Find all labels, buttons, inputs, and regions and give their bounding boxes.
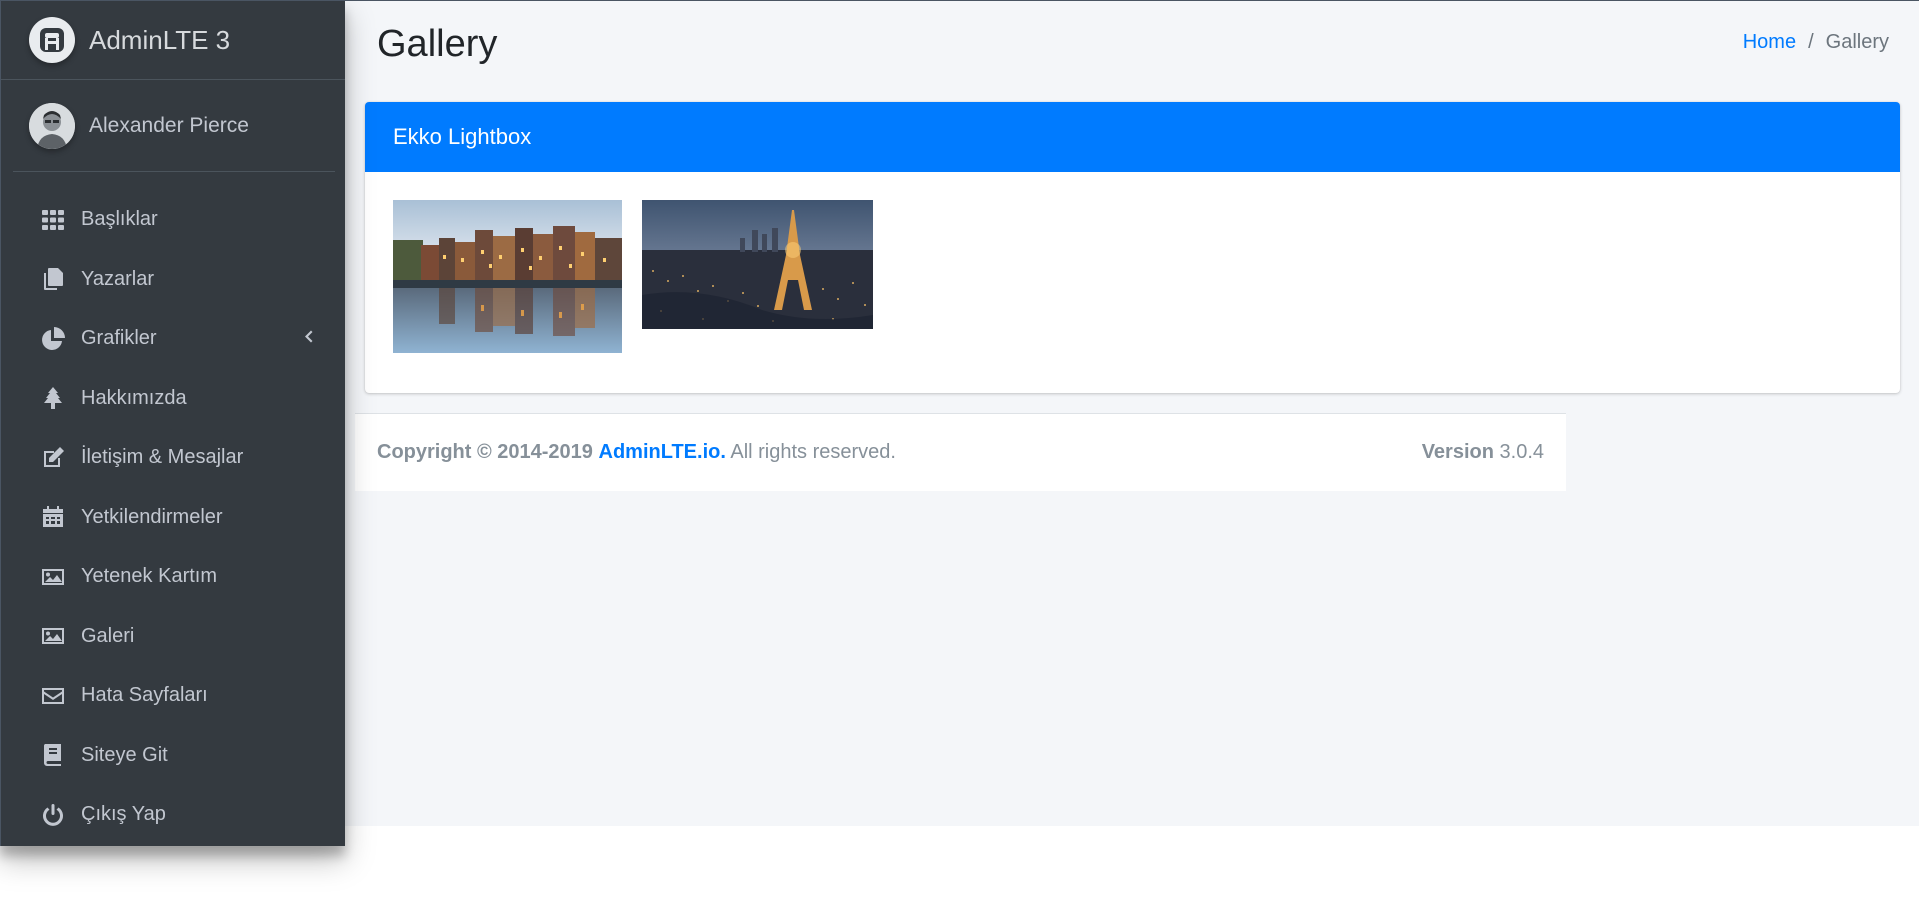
- gallery-card: Ekko Lightbox: [365, 102, 1900, 393]
- envelope-icon: [39, 682, 67, 710]
- sidebar-item-basliklar[interactable]: Başlıklar: [1, 190, 345, 250]
- calendar-icon: [39, 503, 67, 531]
- edit-icon: [39, 444, 67, 472]
- version-number: 3.0.4: [1499, 441, 1544, 463]
- main-footer: Copyright © 2014-2019 AdminLTE.io. All r…: [355, 413, 1566, 491]
- amsterdam-canal-thumbnail[interactable]: [393, 200, 622, 353]
- sidebar-item-label: Siteye Git: [81, 743, 168, 766]
- brand-logo: [29, 17, 75, 63]
- brand-link[interactable]: AdminLTE 3: [1, 1, 345, 80]
- card-title: Ekko Lightbox: [393, 124, 532, 149]
- sidebar-item-label: Çıkış Yap: [81, 803, 166, 826]
- sidebar-nav: Başlıklar Yazarlar Grafikler Hakkımızda: [1, 172, 345, 845]
- sidebar-item-label: Yazarlar: [81, 267, 154, 290]
- image-icon: [39, 622, 67, 650]
- version-label: Version: [1421, 441, 1494, 463]
- sidebar-item-label: Galeri: [81, 624, 135, 647]
- breadcrumb-separator: /: [1808, 31, 1814, 53]
- card-header: Ekko Lightbox: [365, 102, 1900, 172]
- sidebar-item-label: Hakkımızda: [81, 386, 187, 409]
- breadcrumb-home-link[interactable]: Home: [1743, 31, 1796, 54]
- paris-eiffel-thumbnail[interactable]: [642, 200, 873, 329]
- sidebar-item-galeri[interactable]: Galeri: [1, 607, 345, 667]
- chart-pie-icon: [39, 325, 67, 353]
- rights-text: All rights reserved.: [730, 441, 896, 463]
- brand-text: AdminLTE 3: [89, 24, 231, 55]
- footer-copyright: Copyright © 2014-2019 AdminLTE.io. All r…: [377, 441, 896, 464]
- avatar: [29, 102, 75, 149]
- sidebar-item-yazarlar[interactable]: Yazarlar: [1, 250, 345, 310]
- sidebar-item-hata-sayfalari[interactable]: Hata Sayfaları: [1, 666, 345, 726]
- sidebar-item-yetenek-kartim[interactable]: Yetenek Kartım: [1, 547, 345, 607]
- copy-icon: [39, 265, 67, 293]
- main-sidebar: AdminLTE 3 Alexander Pierce Başlıklar Ya…: [0, 0, 345, 846]
- image-icon: [39, 563, 67, 591]
- sidebar-item-label: Başlıklar: [81, 208, 158, 231]
- breadcrumb-current: Gallery: [1825, 31, 1889, 53]
- tree-icon: [39, 384, 67, 412]
- sidebar-item-grafikler[interactable]: Grafikler: [1, 309, 345, 369]
- adminlte-link[interactable]: AdminLTE.io.: [599, 441, 726, 463]
- footer-version: Version 3.0.4: [1422, 441, 1544, 464]
- breadcrumb: Home / Gallery: [1743, 31, 1889, 54]
- copyright-text: Copyright © 2014-2019: [377, 441, 593, 463]
- power-icon: [39, 801, 67, 829]
- sidebar-item-hakkimizda[interactable]: Hakkımızda: [1, 369, 345, 429]
- user-name[interactable]: Alexander Pierce: [89, 114, 249, 138]
- chevron-left-icon[interactable]: [301, 329, 315, 348]
- page-title: Gallery: [377, 23, 498, 65]
- user-panel: Alexander Pierce: [13, 80, 335, 172]
- sidebar-item-label: Yetenek Kartım: [81, 565, 218, 588]
- sidebar-item-cikis-yap[interactable]: Çıkış Yap: [1, 785, 345, 845]
- book-icon: [39, 741, 67, 769]
- sidebar-item-label: İletişim & Mesajlar: [81, 446, 244, 469]
- sidebar-item-label: Yetkilendirmeler: [81, 505, 223, 528]
- sidebar-item-siteye-git[interactable]: Siteye Git: [1, 726, 345, 786]
- grid-icon: [39, 206, 67, 234]
- sidebar-item-label: Hata Sayfaları: [81, 684, 208, 707]
- sidebar-item-label: Grafikler: [81, 327, 157, 350]
- sidebar-item-iletisim[interactable]: İletişim & Mesajlar: [1, 428, 345, 488]
- sidebar-item-yetkilendirmeler[interactable]: Yetkilendirmeler: [1, 488, 345, 548]
